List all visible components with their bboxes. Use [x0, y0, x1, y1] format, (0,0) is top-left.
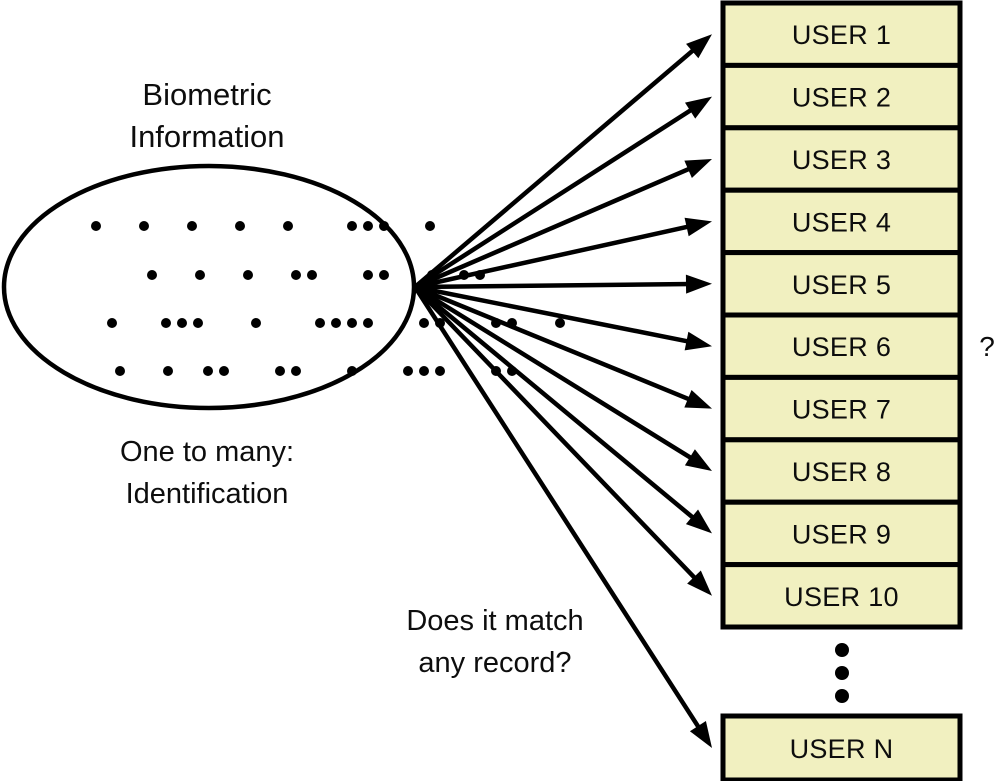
record-label: USER 3: [792, 145, 891, 175]
biometric-data-dot: [379, 270, 389, 280]
ellipse-caption-line-2: Identification: [126, 478, 289, 510]
biometric-data-dot: [291, 366, 301, 376]
biometric-data-dot: [347, 221, 357, 231]
arrow-to-user-6: [414, 284, 712, 351]
record-row-user-8[interactable]: USER 8: [720, 437, 963, 505]
arrow-to-user-3: [414, 159, 712, 290]
record-label: USER 10: [784, 582, 899, 612]
biometric-data-dot: [91, 221, 101, 231]
biometric-data-dot: [347, 318, 357, 328]
biometric-data-dot: [307, 270, 317, 280]
record-row-user-6[interactable]: USER 6: [720, 312, 963, 380]
arrow-shaft: [414, 281, 693, 290]
identification-diagram: USER 1 USER 2 USER 3 USER 4 USER 5 USER 6 USER…: [0, 0, 1000, 781]
record-label: USER 9: [792, 519, 891, 549]
record-label: USER 4: [792, 207, 891, 237]
diagram-canvas: USER 1 USER 2 USER 3 USER 4 USER 5 USER 6 USER…: [1, 0, 995, 781]
biometric-data-dot: [243, 270, 253, 280]
record-row-user-4[interactable]: USER 4: [720, 187, 963, 256]
arrow-shaft: [413, 105, 697, 289]
biometric-data-dot: [555, 318, 565, 328]
biometric-data-dot: [419, 366, 429, 376]
record-row-user-1[interactable]: USER 1: [720, 0, 963, 68]
ellipse-title-line-2: Information: [129, 119, 284, 154]
arrow-shaft: [413, 45, 699, 289]
biometric-data-dot: [139, 221, 149, 231]
record-row-user-5[interactable]: USER 5: [720, 250, 963, 318]
biometric-data-dot: [115, 366, 125, 376]
biometric-data-dot: [315, 318, 325, 328]
ellipse-title-line-1: Biometric: [142, 77, 271, 112]
biometric-data-dot: [219, 366, 229, 376]
biometric-data-dot: [251, 318, 261, 328]
vertical-ellipsis-icon: [835, 643, 849, 703]
arrow-shaft: [414, 164, 695, 290]
biometric-data-dot: [203, 366, 213, 376]
biometric-data-dot: [275, 366, 285, 376]
arrow-head-icon: [685, 274, 712, 294]
arrow-head-icon: [684, 331, 712, 351]
match-arrow-fan: [413, 34, 712, 748]
biometric-data-dot: [425, 221, 435, 231]
biometric-data-dot: [107, 318, 117, 328]
arrow-head-icon: [684, 96, 712, 119]
record-row-user-9[interactable]: USER 9: [720, 499, 963, 568]
biometric-data-dot: [193, 318, 203, 328]
biometric-data-dot: [363, 221, 373, 231]
record-label: USER 8: [792, 457, 891, 487]
arrow-shaft: [414, 284, 695, 404]
biometric-data-dot: [363, 318, 373, 328]
record-label: USER 5: [792, 270, 891, 300]
biometric-data-dot: [403, 366, 413, 376]
record-label: USER 2: [792, 83, 891, 113]
biometric-data-dot: [347, 366, 357, 376]
arrow-to-user-7: [414, 284, 712, 409]
record-label: USER 7: [792, 395, 891, 425]
arrow-head-icon: [684, 449, 712, 471]
record-label: USER 6: [792, 332, 891, 362]
biometric-data-dot: [331, 318, 341, 328]
record-row-user-7[interactable]: USER 7: [720, 374, 963, 443]
biometric-data-dot: [419, 318, 429, 328]
arrow-to-user-4: [414, 217, 712, 290]
record-label: USER 1: [792, 20, 891, 50]
record-row-user-3[interactable]: USER 3: [720, 125, 963, 193]
biometric-data-dot: [161, 318, 171, 328]
arrow-head-icon: [684, 159, 712, 179]
biometric-data-dot: [163, 366, 173, 376]
biometric-data-dot: [283, 221, 293, 231]
record-row-user-2[interactable]: USER 2: [720, 62, 963, 131]
record-row-user-n[interactable]: USER N: [720, 713, 963, 781]
record-row-user-10[interactable]: USER 10: [720, 562, 963, 630]
match-question-line-2: any record?: [418, 647, 571, 679]
arrow-head-icon: [684, 217, 712, 237]
match-question-line-1: Does it match: [406, 605, 583, 637]
arrow-to-user-2: [413, 96, 712, 289]
biometric-data-dot: [177, 318, 187, 328]
arrow-head-icon: [689, 720, 712, 748]
biometric-data-dot: [195, 270, 205, 280]
arrow-shaft: [414, 223, 693, 290]
arrow-head-icon: [684, 389, 712, 409]
biometric-data-dot: [379, 221, 389, 231]
unknown-match-question-mark: ?: [979, 331, 995, 362]
biometric-data-dot: [147, 270, 157, 280]
biometric-data-dot: [187, 221, 197, 231]
ellipse-caption-line-1: One to many:: [120, 436, 294, 468]
biometric-data-dot: [291, 270, 301, 280]
record-label: USER N: [790, 734, 894, 764]
biometric-data-dot: [435, 366, 445, 376]
record-database-list: USER 1 USER 2 USER 3 USER 4 USER 5 USER 6 USER…: [720, 0, 963, 781]
biometric-data-dot: [235, 221, 245, 231]
arrow-to-user-1: [413, 34, 712, 289]
biometric-data-dot: [363, 270, 373, 280]
